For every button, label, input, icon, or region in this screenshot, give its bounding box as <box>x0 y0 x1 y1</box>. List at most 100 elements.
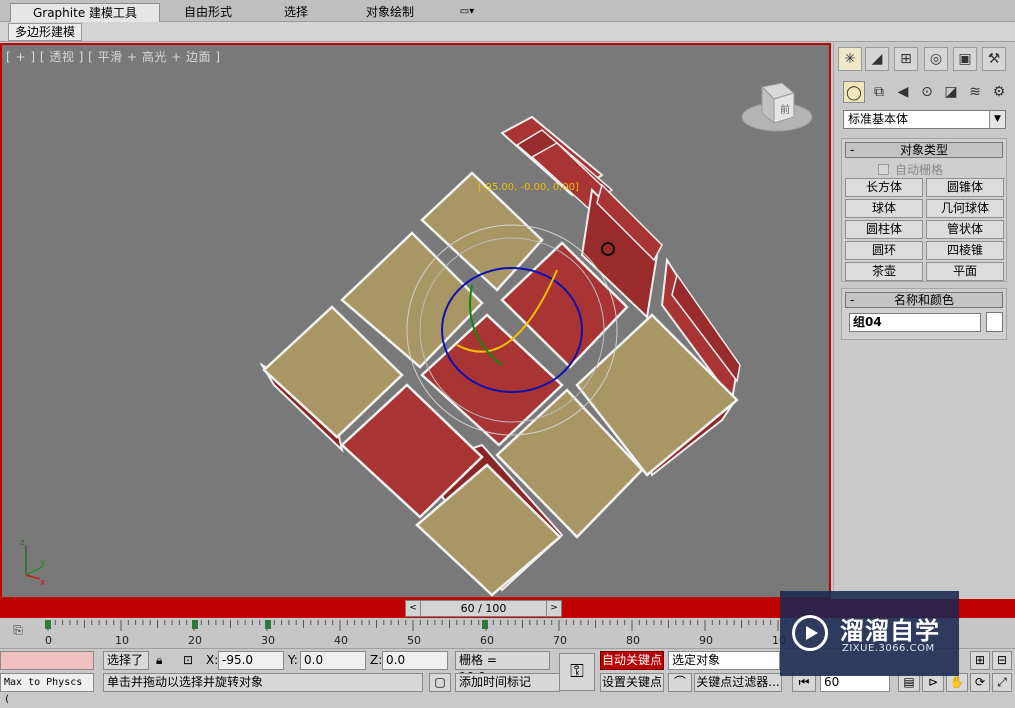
tab-freeform[interactable]: 自由形式 <box>172 3 244 22</box>
curve-editor-icon[interactable]: ⎘ <box>8 623 28 641</box>
x-label: X: <box>206 653 219 667</box>
ruler-tick-label: 80 <box>626 634 640 647</box>
ruler-tick-label: 10 <box>115 634 129 647</box>
collapse-icon: - <box>850 143 855 157</box>
name-color-header[interactable]: - 名称和颜色 <box>845 292 1003 308</box>
geometry-icon[interactable]: ◯ <box>843 81 865 103</box>
svg-text:y: y <box>40 558 46 568</box>
object-color-swatch[interactable] <box>986 312 1003 332</box>
tube-button[interactable]: 管状体 <box>926 220 1004 239</box>
systems-icon[interactable]: ⚙ <box>988 81 1010 103</box>
polygon-modeling-panel[interactable]: 多边形建模 <box>8 23 83 41</box>
time-tag-icon[interactable]: ▢ <box>429 673 451 692</box>
time-slider[interactable]: < 60 / 100 > <box>405 600 562 617</box>
ruler-tick-label: 70 <box>553 634 567 647</box>
z-label: Z: <box>370 653 383 667</box>
viewcube-face-label: 前 <box>780 103 790 116</box>
sphere-button[interactable]: 球体 <box>845 199 923 218</box>
cube-front-tiles <box>262 171 739 597</box>
motion-icon[interactable]: ◎ <box>924 47 948 71</box>
panel-options-icon[interactable]: ▭▾ <box>454 3 480 22</box>
cylinder-button[interactable]: 圆柱体 <box>845 220 923 239</box>
lock-icon[interactable]: 🔒︎ <box>156 651 162 670</box>
box-button[interactable]: 长方体 <box>845 178 923 197</box>
plane-button[interactable]: 平面 <box>926 262 1004 281</box>
script-listener-output[interactable]: Max to Physcs ( <box>0 673 94 705</box>
watermark-url: ZIXUE.3066.COM <box>842 643 935 654</box>
name-color-rollout: - 名称和颜色 组04 <box>841 288 1007 340</box>
timeline-ruler[interactable]: 0 10 20 30 40 50 60 70 80 90 10 <box>40 618 800 648</box>
watermark-title: 溜溜自学 <box>840 617 940 645</box>
torus-button[interactable]: 圆环 <box>845 241 923 260</box>
object-type-rollout: - 对象类型 自动栅格 长方体 圆锥体 球体 几何球体 圆柱体 管状体 圆环 四… <box>841 138 1007 282</box>
perspective-viewport[interactable]: [-95.00, -0.00, 0.00] 前 y x z [ + ] [ 透视… <box>0 43 831 599</box>
ribbon-panel-bar: 多边形建模 <box>0 22 1015 42</box>
keyframe-marker[interactable] <box>45 620 51 629</box>
create-icon[interactable]: ✳ <box>838 47 862 71</box>
hierarchy-icon[interactable]: ⊞ <box>894 47 918 71</box>
set-key-icon[interactable]: ⚿ <box>559 653 595 691</box>
teapot-button[interactable]: 茶壶 <box>845 262 923 281</box>
modify-icon[interactable]: ◢ <box>865 47 889 71</box>
autogrid-checkbox[interactable]: 自动栅格 <box>878 161 943 178</box>
zoom-extents-icon[interactable]: ⊞ <box>970 651 990 670</box>
auto-key-button[interactable]: 自动关键点 <box>600 651 664 670</box>
ruler-tick-label: 90 <box>699 634 713 647</box>
object-type-header[interactable]: - 对象类型 <box>845 142 1003 158</box>
ruler-tick-label: 0 <box>45 634 52 647</box>
object-name-field[interactable]: 组04 <box>849 313 981 332</box>
svg-text:z: z <box>20 538 25 548</box>
chevron-down-icon: ▼ <box>989 111 1005 128</box>
viewport-label[interactable]: [ + ] [ 透视 ] [ 平滑 + 高光 + 边面 ] <box>6 48 221 65</box>
shapes-icon[interactable]: ⧉ <box>868 81 890 103</box>
utilities-icon[interactable]: ⚒ <box>982 47 1006 71</box>
lights-icon[interactable]: ◀ <box>892 81 914 103</box>
x-coordinate-field[interactable]: -95.0 <box>218 651 284 670</box>
set-key-button[interactable]: 设置关键点 <box>600 673 664 692</box>
key-target-dropdown[interactable]: 选定对象 <box>668 651 780 670</box>
grid-size-display: 栅格 = 10.0mm <box>455 651 550 684</box>
keyframe-marker[interactable] <box>482 620 488 629</box>
key-filters-button[interactable]: 关键点过滤器... <box>694 673 782 692</box>
play-logo-icon <box>792 615 828 651</box>
z-coordinate-field[interactable]: 0.0 <box>382 651 448 670</box>
orbit-icon[interactable]: ⟳ <box>970 673 990 692</box>
keyframe-marker[interactable] <box>265 620 271 629</box>
ruler-tick-label: 40 <box>334 634 348 647</box>
field-of-view-icon[interactable]: ⊟ <box>992 651 1012 670</box>
geosphere-button[interactable]: 几何球体 <box>926 199 1004 218</box>
add-time-tag[interactable]: 添加时间标记 <box>455 673 560 692</box>
viewcube[interactable]: 前 <box>741 82 813 132</box>
spacewarps-icon[interactable]: ≋ <box>964 81 986 103</box>
name-color-title: 名称和颜色 <box>893 293 954 307</box>
keyframe-marker[interactable] <box>192 620 198 629</box>
ruler-tick-label: 50 <box>407 634 421 647</box>
scene-canvas[interactable]: [-95.00, -0.00, 0.00] 前 y x z <box>2 45 829 597</box>
tab-object-paint[interactable]: 对象绘制 <box>350 3 430 22</box>
ruler-tick-label: 30 <box>261 634 275 647</box>
helpers-icon[interactable]: ◪ <box>940 81 962 103</box>
display-icon[interactable]: ▣ <box>953 47 977 71</box>
next-frame-button[interactable]: > <box>546 601 561 616</box>
cameras-icon[interactable]: ⊙ <box>916 81 938 103</box>
pyramid-button[interactable]: 四棱锥 <box>926 241 1004 260</box>
object-type-title: 对象类型 <box>899 143 948 157</box>
selection-status: 选择了 <box>103 651 149 670</box>
gizmo-readout: [-95.00, -0.00, 0.00] <box>478 182 579 193</box>
maxscript-mini-listener[interactable] <box>0 651 94 670</box>
ruler-tick-label: 20 <box>188 634 202 647</box>
absolute-mode-icon[interactable]: ⊡ <box>183 651 193 670</box>
ribbon-tab-bar: Graphite 建模工具 自由形式 选择 对象绘制 ▭▾ <box>0 0 1015 22</box>
axis-tripod: y x z <box>20 538 46 588</box>
prev-frame-button[interactable]: < <box>406 601 421 616</box>
key-tangent-icon[interactable]: ⌒ <box>668 673 692 692</box>
command-panel: ✳ ◢ ⊞ ◎ ▣ ⚒ ◯ ⧉ ◀ ⊙ ◪ ≋ ⚙ 标准基本体 ▼ - 对象类型… <box>833 43 1015 599</box>
tab-graphite-modeling-tools[interactable]: Graphite 建模工具 <box>10 3 160 22</box>
cone-button[interactable]: 圆锥体 <box>926 178 1004 197</box>
tab-selection[interactable]: 选择 <box>272 3 320 22</box>
maximize-viewport-icon[interactable]: ⤢ <box>992 673 1012 692</box>
y-coordinate-field[interactable]: 0.0 <box>300 651 366 670</box>
collapse-icon: - <box>850 293 855 307</box>
category-dropdown[interactable]: 标准基本体 ▼ <box>843 110 1006 129</box>
category-value: 标准基本体 <box>848 112 909 126</box>
